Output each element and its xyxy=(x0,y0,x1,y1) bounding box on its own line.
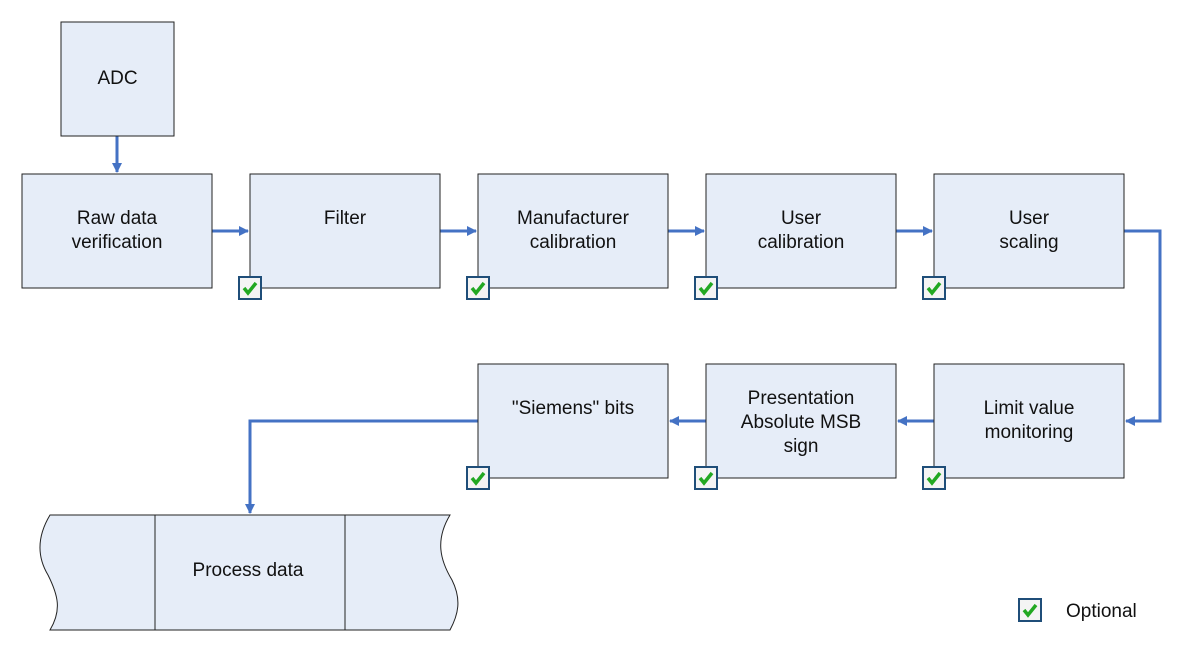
process-data-block: Process data xyxy=(39,514,459,631)
node-label: calibration xyxy=(530,232,617,253)
node-mfg: Manufacturer calibration xyxy=(466,173,669,300)
checkbox-check-icon xyxy=(238,276,262,300)
legend: Optional xyxy=(1018,598,1137,622)
checkbox-check-icon xyxy=(694,276,718,300)
node-label: ADC xyxy=(97,68,137,89)
checkbox-check-icon xyxy=(466,276,490,300)
node-label: Absolute MSB xyxy=(741,412,861,433)
flow-diagram: ADC Raw data verification Filter Manufacture… xyxy=(21,21,1162,631)
node-label: verification xyxy=(72,232,163,253)
flow-arrow xyxy=(245,419,478,514)
checkbox-check-icon xyxy=(1018,598,1042,622)
node-ucal: User calibration xyxy=(694,173,897,300)
node-label: calibration xyxy=(758,232,845,253)
node-label: Manufacturer xyxy=(517,208,630,229)
node-label: scaling xyxy=(999,232,1058,253)
node-raw: Raw data verification xyxy=(21,173,213,289)
node-label: Limit value xyxy=(984,398,1075,419)
node-label: sign xyxy=(784,436,819,457)
node-label: Raw data xyxy=(77,208,158,229)
checkbox-check-icon xyxy=(694,466,718,490)
checkbox-check-icon xyxy=(922,276,946,300)
node-adc: ADC xyxy=(60,21,175,137)
node-filter: Filter xyxy=(238,173,441,300)
node-siemens: "Siemens" bits xyxy=(466,363,669,490)
legend-label: Optional xyxy=(1066,601,1137,622)
node-label: Presentation xyxy=(748,388,855,409)
flow-arrow xyxy=(1124,229,1162,426)
checkbox-check-icon xyxy=(466,466,490,490)
checkbox-check-icon xyxy=(922,466,946,490)
node-label: User xyxy=(1009,208,1050,229)
node-label: "Siemens" bits xyxy=(512,398,634,419)
process-data-label: Process data xyxy=(193,560,304,581)
node-uscale: User scaling xyxy=(922,173,1125,300)
node-label: User xyxy=(781,208,822,229)
node-pres: Presentation Absolute MSB sign xyxy=(694,363,897,490)
node-label: monitoring xyxy=(985,422,1074,443)
node-label: Filter xyxy=(324,208,367,229)
node-limit: Limit value monitoring xyxy=(922,363,1125,490)
